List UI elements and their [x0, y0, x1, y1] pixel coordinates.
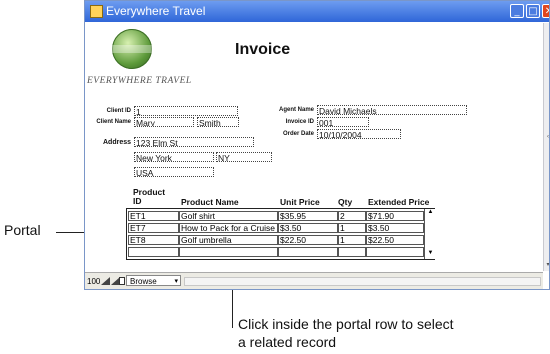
column-header-extended-price: Extended Price	[368, 197, 430, 207]
scroll-right-tick-icon: ‹	[547, 134, 549, 140]
address-label: Address	[102, 139, 131, 146]
portal-cell-qty[interactable]: 1	[338, 235, 366, 245]
agent-name-field[interactable]: David Michaels	[317, 105, 467, 115]
status-area-toggle-icon[interactable]	[119, 277, 125, 285]
invoice-title: Invoice	[235, 41, 291, 58]
app-icon	[90, 5, 103, 18]
mode-dropdown[interactable]: Browse ▾	[126, 275, 181, 286]
company-logo-text: EVERYWHERE TRAVEL	[87, 76, 192, 86]
agent-name-label: Agent Name	[278, 107, 314, 113]
close-button[interactable]: ✕	[542, 4, 549, 18]
order-date-field[interactable]: 10/10/2004	[317, 129, 401, 139]
portal-cell-extended-price[interactable]	[366, 247, 424, 257]
scroll-up-arrow-icon[interactable]: ▲	[425, 209, 436, 215]
portal-cell-product-id[interactable]: ET1	[128, 211, 179, 221]
window-vertical-scrollbar[interactable]: ‹ ▾	[543, 23, 549, 271]
portal-callout-label: Portal	[4, 222, 41, 238]
status-bar: 100 Browse ▾	[85, 272, 543, 289]
portal-cell-qty[interactable]	[338, 247, 366, 257]
portal-row[interactable]: ET1 Golf shirt $35.95 2 $71.90	[128, 211, 424, 221]
portal-cell-extended-price[interactable]: $3.50	[366, 223, 424, 233]
portal-cell-product-id[interactable]: ET8	[128, 235, 179, 245]
portal-cell-product-name[interactable]	[179, 247, 278, 257]
portal-cell-product-name[interactable]: Golf shirt	[179, 211, 278, 221]
client-name-label: Client Name	[96, 119, 131, 125]
state-field[interactable]: NY	[216, 152, 272, 162]
client-id-field[interactable]: 1	[134, 106, 238, 116]
globe-icon	[112, 29, 152, 69]
window-title: Everywhere Travel	[106, 4, 206, 18]
portal-cell-product-name[interactable]: How to Pack for a Cruise	[179, 223, 278, 233]
portal-cell-unit-price[interactable]	[278, 247, 338, 257]
portal-row[interactable]: ET7 How to Pack for a Cruise $3.50 1 $3.…	[128, 223, 424, 233]
portal-cell-product-id[interactable]: ET7	[128, 223, 179, 233]
portal-cell-unit-price[interactable]: $3.50	[278, 223, 338, 233]
portal-cell-unit-price[interactable]: $35.95	[278, 211, 338, 221]
invoice-id-field[interactable]: 001	[317, 117, 369, 127]
filemaker-window: Everywhere Travel _ □ ✕ EVERYWHERE TRAVE…	[84, 0, 550, 290]
portal-cell-extended-price[interactable]: $71.90	[366, 211, 424, 221]
scroll-down-arrow-icon[interactable]: ▾	[545, 261, 549, 269]
column-header-product-id: Product ID	[133, 187, 166, 206]
portal-cell-product-id[interactable]	[128, 247, 179, 257]
client-last-name-field[interactable]: Smith	[197, 117, 239, 127]
city-field[interactable]: New York	[134, 152, 214, 162]
zoom-level[interactable]: 100	[87, 277, 100, 286]
maximize-button[interactable]: □	[526, 4, 540, 18]
column-header-unit-price: Unit Price	[280, 197, 320, 207]
column-header-product-name: Product Name	[181, 197, 239, 207]
minimize-button[interactable]: _	[510, 4, 524, 18]
client-id-label: Client ID	[106, 108, 131, 114]
portal-row[interactable]: ET8 Golf umbrella $22.50 1 $22.50	[128, 235, 424, 245]
scroll-down-arrow-icon[interactable]: ▼	[425, 250, 436, 256]
title-bar: Everywhere Travel _ □ ✕	[85, 1, 549, 22]
portal-cell-product-name[interactable]: Golf umbrella	[179, 235, 278, 245]
column-header-qty: Qty	[338, 197, 353, 207]
order-date-label: Order Date	[282, 131, 314, 137]
portal-cell-qty[interactable]: 2	[338, 211, 366, 221]
row-callout-text-line1: Click inside the portal row to select	[238, 316, 454, 332]
chevron-down-icon: ▾	[174, 278, 178, 285]
portal[interactable]: ET1 Golf shirt $35.95 2 $71.90 ET7 How t…	[126, 208, 436, 260]
country-field[interactable]: USA	[134, 167, 214, 177]
row-callout-text-line2: a related record	[238, 334, 337, 350]
portal-cell-unit-price[interactable]: $22.50	[278, 235, 338, 245]
horizontal-scrollbar[interactable]	[184, 277, 541, 286]
portal-row[interactable]	[128, 247, 424, 257]
invoice-id-label: Invoice ID	[285, 119, 314, 125]
portal-cell-extended-price[interactable]: $22.50	[366, 235, 424, 245]
client-first-name-field[interactable]: Mary	[134, 117, 194, 127]
mode-label: Browse	[130, 277, 157, 286]
street-field[interactable]: 123 Elm St	[134, 137, 254, 147]
zoom-out-icon[interactable]	[101, 277, 110, 285]
portal-cell-qty[interactable]: 1	[338, 223, 366, 233]
portal-scrollbar[interactable]: ▲ ▼	[424, 209, 436, 259]
